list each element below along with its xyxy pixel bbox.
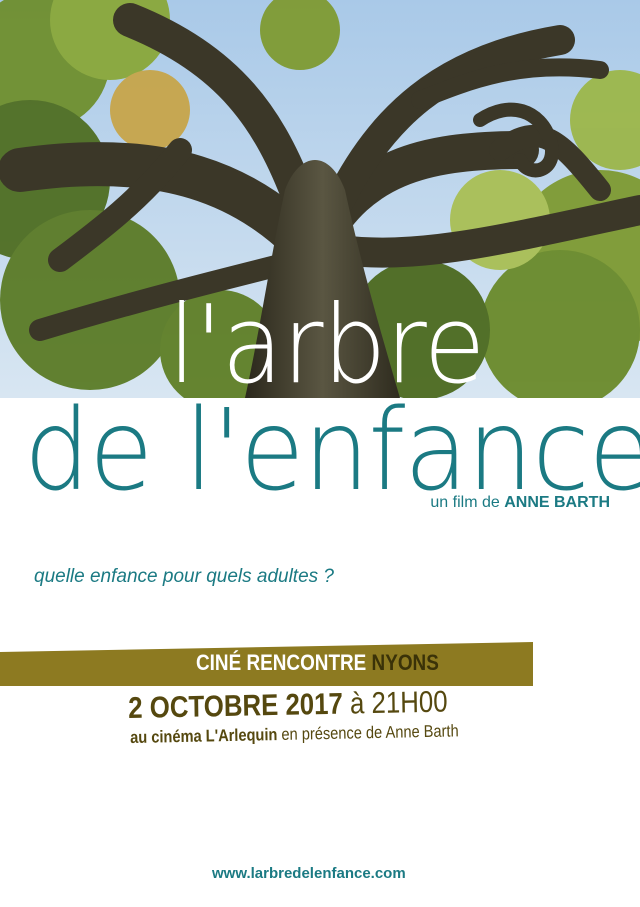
event-banner-text: CINÉ RENCONTRE NYONS <box>196 650 439 676</box>
tagline: quelle enfance pour quels adultes ? <box>34 566 335 587</box>
venue-note: en présence de Anne Barth <box>277 721 459 745</box>
film-credit: un film de ANNE BARTH <box>430 494 610 512</box>
event-time: à 21H00 <box>342 685 448 721</box>
title-line-1: l'arbre <box>168 283 485 408</box>
website-link[interactable]: www.larbredelenfance.com <box>212 865 406 882</box>
event-city: NYONS <box>371 650 439 675</box>
credit-prefix: un film de <box>430 494 505 511</box>
venue-name: au cinéma L'Arlequin <box>130 725 278 747</box>
event-venue: au cinéma L'Arlequin en présence de Anne… <box>130 721 459 748</box>
event-date-day: 2 OCTOBRE 2017 <box>128 687 344 725</box>
event-date: 2 OCTOBRE 2017 à 21H00 <box>128 686 448 726</box>
title-line-2: de l'enfance <box>24 386 640 516</box>
director-name: ANNE BARTH <box>504 494 610 511</box>
event-label: CINÉ RENCONTRE <box>196 650 372 675</box>
